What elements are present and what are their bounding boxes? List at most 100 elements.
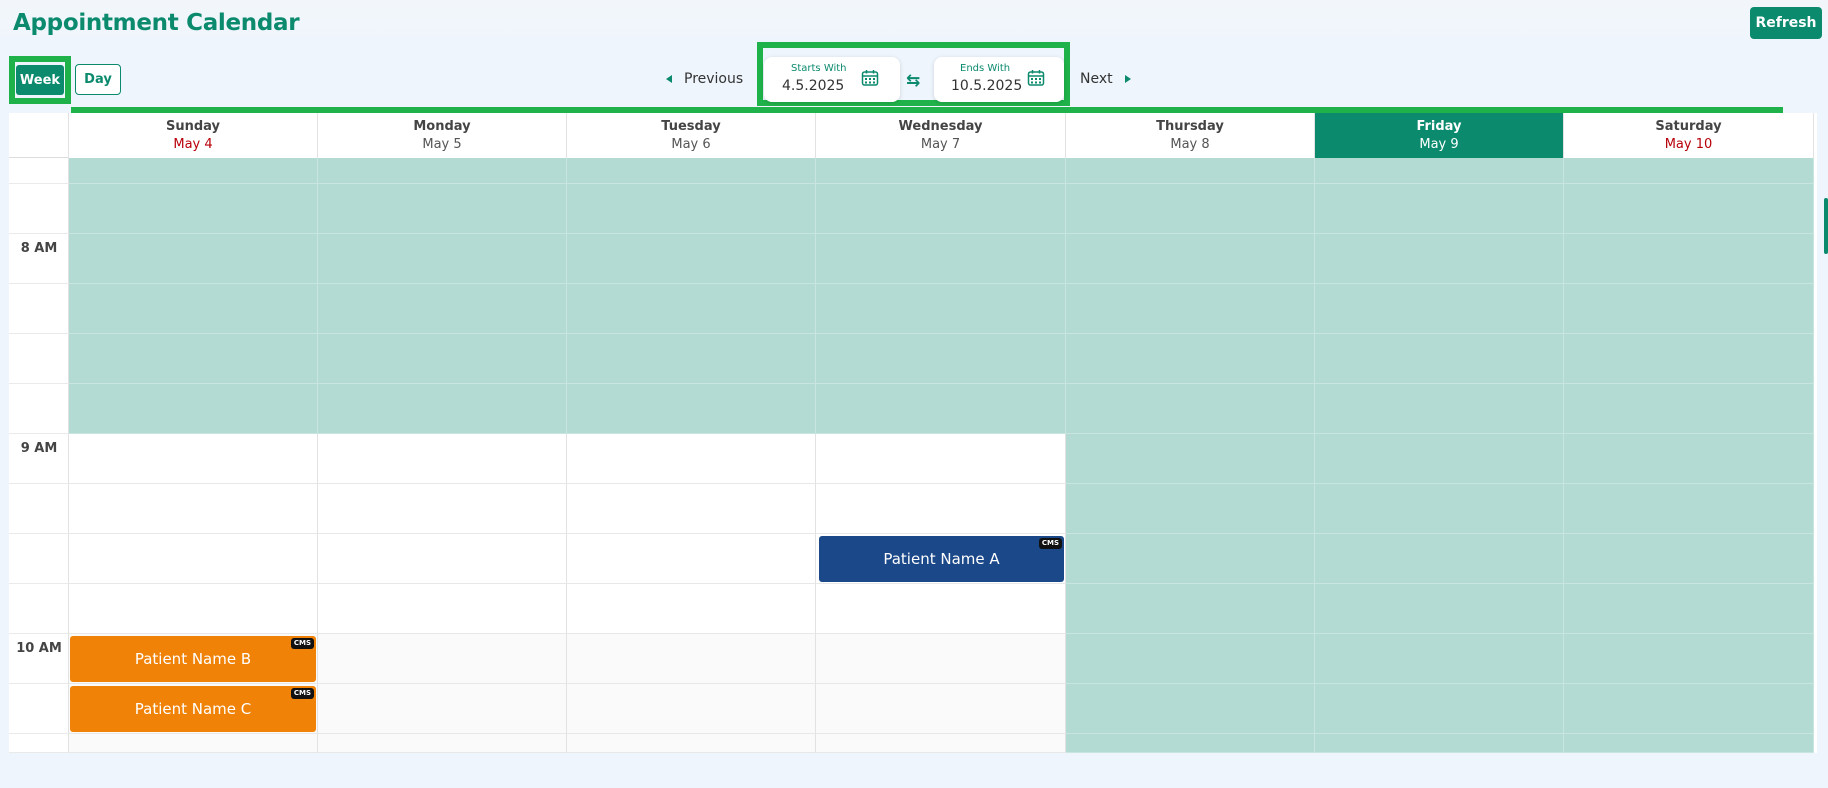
blocked-slot — [1315, 334, 1564, 384]
blocked-slot — [69, 234, 318, 284]
day-header-wednesday[interactable]: Wednesday May 7 — [816, 113, 1066, 158]
day-date: May 5 — [422, 137, 462, 152]
blocked-slot — [1315, 184, 1564, 234]
time-slot[interactable] — [567, 634, 816, 684]
blocked-slot — [69, 158, 318, 184]
time-slot[interactable] — [816, 684, 1066, 734]
time-gutter-cell — [9, 184, 69, 234]
day-header-friday[interactable]: Friday May 9 — [1315, 113, 1564, 158]
blocked-slot — [1564, 634, 1814, 684]
day-date: May 4 — [173, 137, 213, 152]
appointment-patient-name: Patient Name C — [134, 700, 252, 718]
cms-badge: CMS — [290, 638, 314, 649]
appointment-card[interactable]: Patient Name B CMS — [70, 636, 316, 682]
appointment-card[interactable]: Patient Name C CMS — [70, 686, 316, 732]
blocked-slot — [1066, 284, 1315, 334]
blocked-slot — [1315, 434, 1564, 484]
previous-label: Previous — [684, 71, 744, 87]
time-slot[interactable] — [567, 584, 816, 634]
time-gutter-cell — [9, 334, 69, 384]
day-header-thursday[interactable]: Thursday May 8 — [1066, 113, 1315, 158]
day-date: May 10 — [1664, 137, 1713, 152]
time-slot[interactable] — [318, 484, 567, 534]
time-slot[interactable] — [816, 584, 1066, 634]
time-slot[interactable] — [816, 434, 1066, 484]
next-button[interactable]: Next — [1080, 68, 1131, 90]
blocked-slot — [1315, 634, 1564, 684]
time-slot[interactable] — [567, 434, 816, 484]
refresh-button[interactable]: Refresh — [1750, 7, 1822, 39]
time-slot[interactable] — [816, 634, 1066, 684]
blocked-slot — [318, 334, 567, 384]
time-slot[interactable] — [318, 634, 567, 684]
blocked-slot — [1315, 684, 1564, 734]
day-view-button[interactable]: Day — [75, 64, 121, 95]
blocked-slot — [1066, 334, 1315, 384]
time-slot[interactable] — [567, 484, 816, 534]
blocked-slot — [1315, 734, 1564, 753]
blocked-slot — [1066, 384, 1315, 434]
time-slot[interactable] — [567, 734, 816, 753]
week-view-button[interactable]: Week — [16, 65, 64, 95]
blocked-slot — [1564, 734, 1814, 753]
blocked-slot — [567, 284, 816, 334]
time-slot[interactable] — [69, 584, 318, 634]
blocked-slot — [1564, 384, 1814, 434]
scrollbar-thumb[interactable] — [1824, 198, 1828, 254]
time-slot[interactable] — [318, 734, 567, 753]
day-name: Tuesday — [661, 119, 721, 134]
appointment-card[interactable]: Patient Name A CMS — [819, 536, 1064, 582]
blocked-slot — [1066, 184, 1315, 234]
blocked-slot — [1564, 158, 1814, 184]
time-slot[interactable] — [318, 534, 567, 584]
time-gutter-cell — [9, 584, 69, 634]
time-gutter-cell — [9, 534, 69, 584]
time-slot[interactable] — [69, 534, 318, 584]
blocked-slot — [318, 284, 567, 334]
calendar-icon[interactable] — [861, 69, 879, 87]
blocked-slot — [318, 384, 567, 434]
blocked-slot — [1066, 734, 1315, 753]
previous-button[interactable]: Previous — [666, 68, 743, 90]
time-slot[interactable] — [816, 484, 1066, 534]
time-slot[interactable] — [69, 484, 318, 534]
time-slot[interactable] — [816, 734, 1066, 753]
blocked-slot — [1066, 234, 1315, 284]
time-slot[interactable] — [567, 534, 816, 584]
time-slot[interactable] — [318, 684, 567, 734]
day-date: May 7 — [920, 137, 961, 152]
day-header-sunday[interactable]: Sunday May 4 — [69, 113, 318, 158]
end-date-picker[interactable]: Ends With 10.5.2025 — [934, 57, 1064, 102]
blocked-slot — [1315, 158, 1564, 184]
chevron-right-icon — [1124, 75, 1131, 83]
time-slot[interactable] — [567, 684, 816, 734]
time-label: 9 AM — [20, 441, 58, 456]
time-slot[interactable] — [318, 434, 567, 484]
day-header-saturday[interactable]: Saturday May 10 — [1564, 113, 1814, 158]
time-gutter-cell — [9, 734, 69, 753]
time-slot[interactable] — [69, 734, 318, 753]
start-date-picker[interactable]: Starts With 4.5.2025 — [764, 57, 900, 102]
blocked-slot — [1564, 184, 1814, 234]
blocked-slot — [816, 184, 1066, 234]
blocked-slot — [69, 384, 318, 434]
time-slot[interactable] — [69, 434, 318, 484]
blocked-slot — [1564, 534, 1814, 584]
blocked-slot — [1564, 284, 1814, 334]
blocked-slot — [318, 234, 567, 284]
day-name: Wednesday — [898, 119, 983, 134]
time-slot[interactable] — [318, 584, 567, 634]
blocked-slot — [816, 158, 1066, 184]
start-date-value: 4.5.2025 — [782, 78, 845, 94]
calendar-icon[interactable] — [1027, 69, 1045, 87]
day-header-monday[interactable]: Monday May 5 — [318, 113, 567, 158]
swap-arrows-icon[interactable]: ⇆ — [906, 71, 920, 91]
blocked-slot — [69, 334, 318, 384]
day-header-tuesday[interactable]: Tuesday May 6 — [567, 113, 816, 158]
cms-badge: CMS — [1038, 538, 1062, 549]
blocked-slot — [1066, 158, 1315, 184]
cms-badge: CMS — [290, 688, 314, 699]
blocked-slot — [816, 384, 1066, 434]
week-calendar-grid: Sunday May 4 Monday May 5 Tuesday May 6 Wednes… — [9, 113, 1817, 753]
blocked-slot — [816, 234, 1066, 284]
